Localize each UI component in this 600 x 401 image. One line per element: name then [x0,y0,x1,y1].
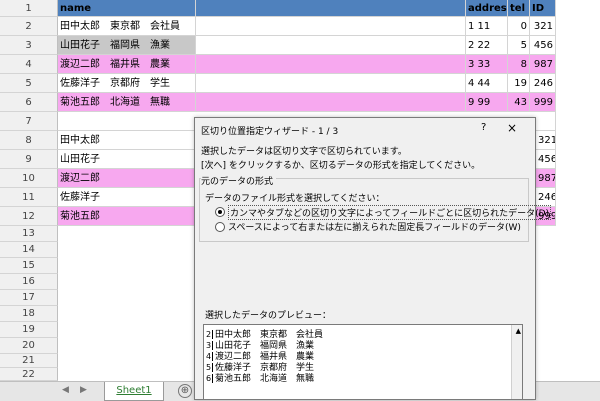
name-cell[interactable]: 渡辺二郎 福井県 農業 [58,55,196,74]
delimited-radio[interactable] [215,207,225,217]
fixed-width-option-label[interactable]: スペースによって右または左に揃えられた固定長フィールドのデータ(W) [228,220,521,233]
id-cell[interactable]: 987 [530,55,556,74]
row-header[interactable]: 9 [0,150,58,169]
delimited-option-label[interactable]: カンマやタブなどの区切り文字によってフィールドごとに区切られたデータ(D) [228,205,552,220]
name-cell[interactable]: 田中太郎 東京都 会社員 [58,17,196,36]
row-header[interactable]: 4 [0,55,58,74]
dialog-title: 区切り位置指定ウィザード - 1 / 3 [201,127,339,137]
data-preview-box[interactable]: 2 田中太郎 東京都 会社員 3 山田花子 福岡県 漁業 4 渡辺二郎 福井県 農業 … [203,324,523,400]
scroll-up-icon[interactable]: ▲ [516,327,521,335]
id-cell[interactable]: 321 [536,131,556,150]
row-header[interactable]: 14 [0,242,58,258]
header-cell-tel[interactable]: tel [508,0,530,17]
name-cell[interactable]: 渡辺二郎 [58,169,196,188]
header-cell-blank[interactable] [196,0,466,17]
preview-line-number: 6 [206,374,213,383]
address-cell[interactable]: 4 44 [466,74,508,93]
prev-sheet-icon[interactable]: ◀ [62,385,69,395]
blank-cell[interactable] [196,17,466,36]
name-cell[interactable]: 佐藤洋子 京都府 学生 [58,74,196,93]
description-line-2: [次へ] をクリックするか、区切るデータの形式を指定してください。 [201,161,481,171]
sheet-tab[interactable]: Sheet1 [104,382,164,401]
preview-line: 6 菊池五郎 北海道 無職 [206,371,314,384]
name-cell[interactable]: 菊池五郎 [58,207,196,226]
id-cell[interactable]: 456 [530,36,556,55]
row-header[interactable]: 20 [0,338,58,354]
id-cell[interactable]: 246 [530,74,556,93]
row-header[interactable]: 6 [0,93,58,112]
tel-cell[interactable]: 43 [508,93,530,112]
name-cell[interactable]: 菊池五郎 北海道 無職 [58,93,196,112]
fixed-width-radio[interactable] [215,222,225,232]
id-cell[interactable]: 456 [536,150,556,169]
preview-scrollbar[interactable]: ▲ [511,325,522,399]
name-cell[interactable]: 山田花子 福岡県 漁業 [58,36,196,55]
row-header[interactable]: 21 [0,354,58,368]
row-header[interactable]: 5 [0,74,58,93]
tel-cell[interactable]: 19 [508,74,530,93]
row-header[interactable]: 11 [0,188,58,207]
blank-cell[interactable] [196,36,466,55]
tel-cell[interactable]: 8 [508,55,530,74]
row-header[interactable]: 17 [0,290,58,306]
address-cell[interactable]: 1 11 [466,17,508,36]
help-icon[interactable]: ? [481,122,486,133]
group-prompt: データのファイル形式を選択してください： [205,194,385,204]
tel-cell[interactable]: 0 [508,17,530,36]
row-header[interactable]: 22 [0,368,58,381]
row-header[interactable]: 16 [0,274,58,290]
row-header[interactable]: 12 [0,207,58,226]
address-cell[interactable]: 2 22 [466,36,508,55]
id-cell[interactable]: 999 [530,93,556,112]
close-icon[interactable]: × [507,121,517,135]
next-sheet-icon[interactable]: ▶ [80,385,87,395]
name-cell[interactable]: 山田花子 [58,150,196,169]
address-cell[interactable]: 3 33 [466,55,508,74]
header-cell-id[interactable]: ID [530,0,556,17]
row-header[interactable]: 2 [0,17,58,36]
preview-line-text: 菊池五郎 北海道 無職 [215,374,315,384]
description-line-1: 選択したデータは区切り文字で区切られています。 [201,147,407,157]
row-header[interactable]: 18 [0,306,58,322]
header-cell-name[interactable]: name [58,0,196,17]
header-cell-address[interactable]: address [466,0,508,17]
tel-cell[interactable]: 5 [508,36,530,55]
row-header-7[interactable]: 7 [0,112,58,131]
id-cell[interactable]: 987 [536,169,556,188]
preview-label: 選択したデータのプレビュー： [205,311,332,321]
name-cell[interactable]: 佐藤洋子 [58,188,196,207]
blank-cell[interactable] [196,93,466,112]
row-header-1[interactable]: 1 [0,0,58,17]
group-label: 元のデータの形式 [201,174,277,187]
blank-cell[interactable] [196,55,466,74]
row-header[interactable]: 8 [0,131,58,150]
text-to-columns-wizard-dialog: 区切り位置指定ウィザード - 1 / 3 ? × 選択したデータは区切り文字で区… [194,117,552,400]
row-header[interactable]: 3 [0,36,58,55]
blank-cell[interactable] [196,74,466,93]
id-cell[interactable]: 321 [530,17,556,36]
row-header[interactable]: 13 [0,226,58,242]
row-header[interactable]: 15 [0,258,58,274]
address-cell[interactable]: 9 99 [466,93,508,112]
name-cell[interactable]: 田中太郎 [58,131,196,150]
row-header[interactable]: 10 [0,169,58,188]
row-header[interactable]: 19 [0,322,58,338]
add-sheet-icon[interactable]: ⊕ [178,384,192,398]
empty-cells[interactable] [58,226,196,381]
